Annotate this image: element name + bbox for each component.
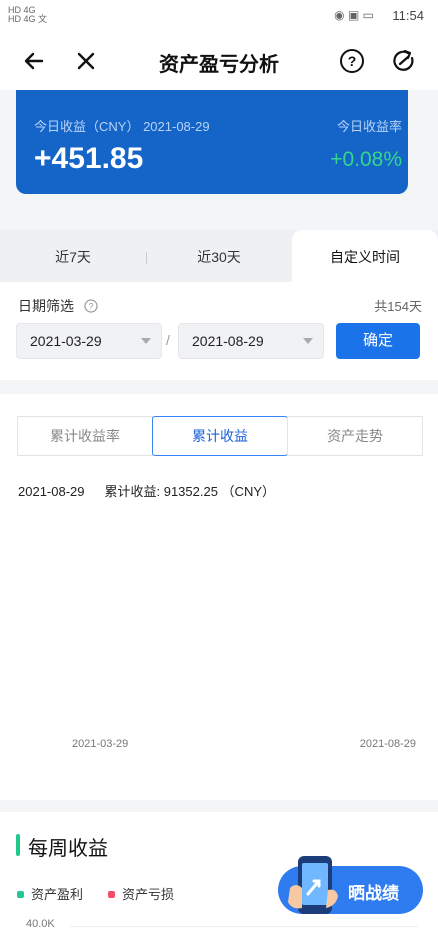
page-title: 资产盈亏分析 (159, 54, 279, 76)
date-separator: / (166, 332, 170, 348)
status-icons: ◉ ▣ ▭ (334, 8, 374, 22)
end-date-value: 2021-08-29 (192, 333, 264, 349)
end-date-select[interactable]: 2021-08-29 (178, 323, 324, 359)
today-income-label-text: 今日收益（CNY） (34, 119, 140, 134)
chart-panel: 累计收益率 累计收益 资产走势 2021-08-29 累计收益: 91352.25… (0, 394, 438, 800)
tab-7-days[interactable]: 近7天 (0, 230, 146, 282)
legend-profit-label: 资产盈利 (31, 887, 84, 902)
legend-loss-swatch (108, 891, 115, 898)
tab-custom-time[interactable]: 自定义时间 (292, 230, 438, 282)
weekly-gridline (70, 926, 418, 927)
tab-cumulative-rate[interactable]: 累计收益率 (17, 416, 153, 456)
tab-asset-trend[interactable]: 资产走势 (287, 416, 423, 456)
today-summary-card: 今日收益（CNY） 2021-08-29 +451.85 今日收益率 +0.08… (16, 90, 408, 194)
weekly-title: 每周收益 (28, 838, 108, 860)
start-date-select[interactable]: 2021-03-29 (16, 323, 162, 359)
x-tick-label: 2021-08-29 (360, 738, 416, 750)
clock: 11:54 (392, 8, 424, 23)
signal-bottom: HD 4G 文 (8, 14, 48, 24)
share-label: 晒战绩 (348, 884, 399, 903)
date-filter-label-text: 日期筛选 (18, 298, 74, 314)
refresh-icon (393, 49, 414, 71)
refresh-button[interactable] (388, 45, 420, 77)
today-date: 2021-08-29 (143, 119, 210, 134)
date-filter-panel: 日期筛选 ? 共154天 2021-03-29 / 2021-08-29 确定 (0, 282, 438, 380)
x-tick-label: 2021-03-29 (72, 738, 128, 750)
tab-cumulative-income[interactable]: 累计收益 (152, 416, 288, 456)
signal-indicators: HD 4G HD 4G 文 (8, 6, 47, 24)
today-income-value: +451.85 (34, 142, 144, 175)
phone-share-icon (288, 856, 338, 914)
weekly-y-tick: 40.0K (26, 918, 55, 930)
today-rate-value: +0.08% (330, 148, 402, 171)
help-icon: ? (340, 49, 364, 73)
status-bar: HD 4G HD 4G 文 ◉ ▣ ▭ 11:54 (0, 0, 438, 32)
confirm-button[interactable]: 确定 (336, 323, 420, 359)
today-rate-label: 今日收益率 (336, 119, 402, 134)
share-results-button[interactable]: 晒战绩 (278, 856, 423, 914)
tab-30-days[interactable]: 近30天 (146, 230, 292, 282)
legend-profit: 资产盈利 (17, 884, 83, 903)
cumulative-income-chart[interactable]: 100.0K80.0K60.0K40.0K20.0K0-20.0K2021-03… (0, 494, 438, 794)
start-date-value: 2021-03-29 (30, 333, 102, 349)
day-count: 共154天 (374, 299, 422, 314)
chevron-down-icon (141, 338, 151, 344)
today-income-label: 今日收益（CNY） 2021-08-29 (34, 116, 210, 135)
section-accent-bar (16, 834, 20, 856)
period-tabs: 近7天 近30天 自定义时间 (0, 230, 438, 282)
svg-text:?: ? (348, 53, 357, 69)
legend-loss-label: 资产亏损 (122, 887, 175, 902)
legend-profit-swatch (17, 891, 24, 898)
help-button[interactable]: ? (336, 45, 368, 77)
chevron-down-icon (303, 338, 313, 344)
date-filter-label: 日期筛选 ? (18, 296, 98, 316)
info-icon[interactable]: ? (84, 299, 98, 313)
svg-text:?: ? (88, 302, 93, 312)
nav-bar: 资产盈亏分析 ? (0, 32, 438, 90)
legend-loss: 资产亏损 (108, 884, 174, 903)
